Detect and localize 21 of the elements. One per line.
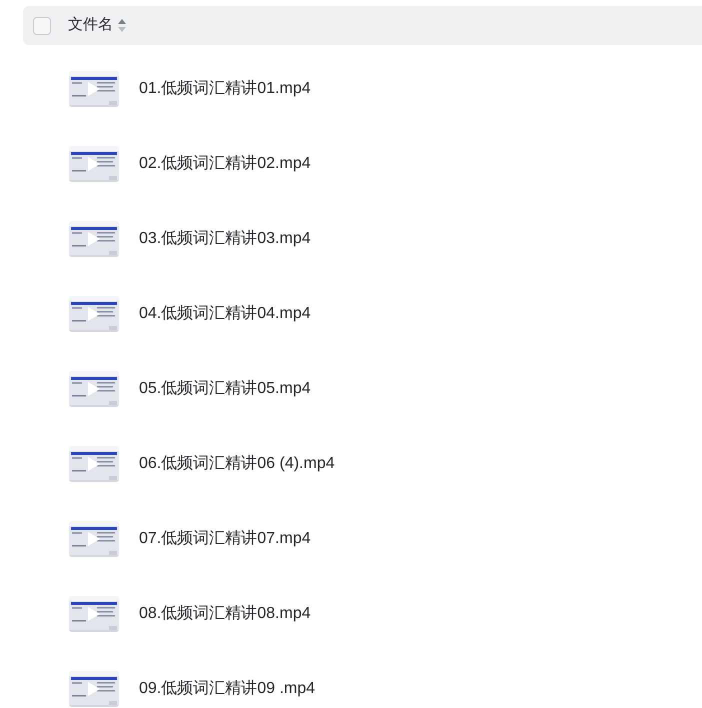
file-name[interactable]: 02.低频词汇精讲02.mp4	[139, 152, 311, 176]
play-icon	[88, 156, 100, 170]
play-icon	[88, 532, 100, 546]
file-name[interactable]: 01.低频词汇精讲01.mp4	[139, 76, 311, 100]
file-name[interactable]: 05.低频词汇精讲05.mp4	[139, 376, 311, 400]
play-icon	[88, 306, 100, 320]
play-icon	[88, 606, 100, 620]
file-name[interactable]: 07.低频词汇精讲07.mp4	[139, 526, 311, 550]
file-name[interactable]: 09.低频词汇精讲09 .mp4	[139, 676, 316, 700]
play-icon	[88, 232, 100, 246]
column-header[interactable]: 文件名	[68, 14, 113, 37]
file-name[interactable]: 04.低频词汇精讲04.mp4	[139, 302, 311, 326]
play-icon	[88, 382, 100, 396]
select-all-checkbox[interactable]	[33, 16, 51, 34]
play-icon	[88, 682, 100, 696]
file-name[interactable]: 06.低频词汇精讲06 (4).mp4	[139, 452, 335, 476]
play-icon	[88, 456, 100, 470]
play-icon	[88, 82, 100, 96]
file-name[interactable]: 08.低频词汇精讲08.mp4	[139, 602, 311, 626]
sort-icon[interactable]	[118, 19, 126, 32]
file-name[interactable]: 03.低频词汇精讲03.mp4	[139, 226, 311, 250]
